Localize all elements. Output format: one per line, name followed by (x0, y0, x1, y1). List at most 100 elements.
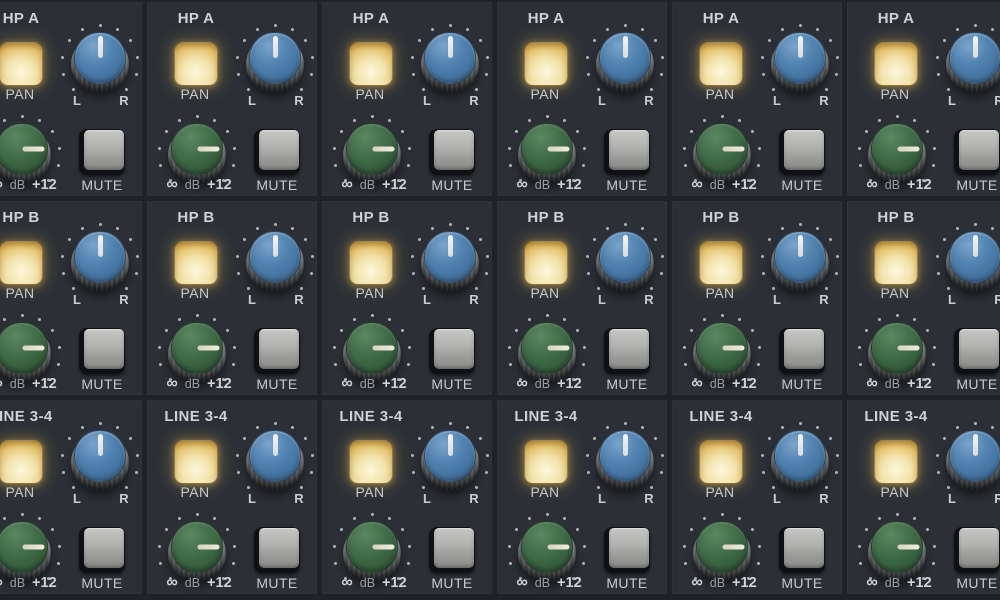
pan-knob[interactable] (410, 222, 490, 302)
pan-knob[interactable] (235, 421, 315, 501)
mute-button-face (84, 528, 124, 568)
knob-tick-dot (878, 516, 882, 520)
knob-tick-dot (720, 512, 724, 516)
knob-tick-dot (973, 23, 977, 27)
pan-button[interactable] (699, 42, 743, 86)
knob-tick-dot (562, 516, 566, 520)
mute-button-face (959, 528, 999, 568)
pan-button-label: PAN (180, 86, 210, 102)
knob-tick-dot (417, 238, 421, 242)
pan-knob[interactable] (60, 222, 140, 302)
knob-tick-dot (417, 39, 421, 43)
pan-knob[interactable] (235, 222, 315, 302)
pan-button[interactable] (524, 42, 568, 86)
pan-knob-pointer (97, 434, 103, 456)
pan-knob[interactable] (410, 23, 490, 103)
pan-knob-face (74, 430, 126, 482)
pan-knob-pointer (797, 434, 803, 456)
channel-strip: HP B PAN L R ∞ dB +12 MUTE (847, 201, 1000, 395)
pan-button[interactable] (349, 440, 393, 484)
gain-knob-face (696, 123, 748, 175)
pan-left-label: L (423, 491, 431, 506)
knob-tick-dot (334, 164, 338, 168)
pan-knob[interactable] (760, 222, 840, 302)
pan-button[interactable] (874, 440, 918, 484)
pan-knob[interactable] (585, 23, 665, 103)
knob-tick-dot (781, 27, 785, 31)
mute-button[interactable] (778, 524, 826, 574)
pan-knob[interactable] (760, 23, 840, 103)
mute-button[interactable] (603, 524, 651, 574)
pan-knob[interactable] (760, 421, 840, 501)
pan-button[interactable] (524, 440, 568, 484)
knob-tick-dot (737, 516, 741, 520)
pan-knob[interactable] (585, 421, 665, 501)
mute-button[interactable] (778, 126, 826, 176)
pan-button[interactable] (349, 241, 393, 285)
pan-button[interactable] (174, 42, 218, 86)
knob-tick-dot (771, 88, 775, 92)
pan-knob[interactable] (60, 421, 140, 501)
pan-button[interactable] (174, 241, 218, 285)
pan-button-label: PAN (705, 285, 735, 301)
mute-button[interactable] (953, 325, 1000, 375)
knob-tick-dot (596, 88, 600, 92)
gain-knob-face (696, 322, 748, 374)
mute-button[interactable] (603, 325, 651, 375)
knob-tick-dot (484, 272, 488, 276)
mute-button-face (434, 329, 474, 369)
pan-knob[interactable] (235, 23, 315, 103)
pan-button[interactable] (174, 440, 218, 484)
pan-knob[interactable] (935, 222, 1000, 302)
gain-knob-face (171, 123, 223, 175)
knob-tick-dot (479, 238, 483, 242)
mute-button-face (259, 130, 299, 170)
pan-button[interactable] (524, 241, 568, 285)
knob-tick-dot (195, 512, 199, 516)
pan-button[interactable] (699, 241, 743, 285)
knob-tick-dot (60, 254, 64, 258)
gain-scale: ∞ dB +12 (0, 376, 57, 393)
knob-tick-dot (20, 313, 24, 317)
mute-button[interactable] (253, 126, 301, 176)
channel-strip: HP B PAN L R ∞ dB +12 MUTE (322, 201, 492, 395)
knob-tick-dot (545, 313, 549, 317)
pan-knob[interactable] (935, 23, 1000, 103)
pan-button[interactable] (0, 440, 43, 484)
mute-button-label: MUTE (781, 575, 823, 591)
mute-button[interactable] (428, 524, 476, 574)
pan-button-label: PAN (180, 285, 210, 301)
pan-button[interactable] (699, 440, 743, 484)
pan-button[interactable] (0, 42, 43, 86)
knob-tick-dot (353, 516, 357, 520)
gain-scale: ∞ dB +12 (691, 575, 756, 592)
mute-button[interactable] (253, 524, 301, 574)
pan-knob[interactable] (935, 421, 1000, 501)
pan-knob[interactable] (585, 222, 665, 302)
pan-knob[interactable] (60, 23, 140, 103)
knob-tick-dot (431, 425, 435, 429)
pan-button[interactable] (874, 241, 918, 285)
mute-button[interactable] (428, 126, 476, 176)
knob-tick-dot (412, 272, 416, 276)
pan-button[interactable] (874, 42, 918, 86)
knob-tick-dot (758, 544, 762, 548)
mute-button[interactable] (253, 325, 301, 375)
mute-button-face (434, 130, 474, 170)
pan-button[interactable] (0, 241, 43, 285)
mute-button[interactable] (778, 325, 826, 375)
mute-button[interactable] (953, 524, 1000, 574)
mute-button[interactable] (953, 126, 1000, 176)
pan-button[interactable] (349, 42, 393, 86)
mute-button[interactable] (78, 524, 126, 574)
knob-tick-dot (585, 55, 589, 59)
knob-tick-dot (767, 437, 771, 441)
mute-button[interactable] (78, 126, 126, 176)
gain-scale: ∞ dB +12 (691, 177, 756, 194)
mute-button[interactable] (603, 126, 651, 176)
mute-button[interactable] (78, 325, 126, 375)
knob-tick-dot (576, 329, 580, 333)
pan-knob[interactable] (410, 421, 490, 501)
mute-button[interactable] (428, 325, 476, 375)
knob-tick-dot (545, 114, 549, 118)
